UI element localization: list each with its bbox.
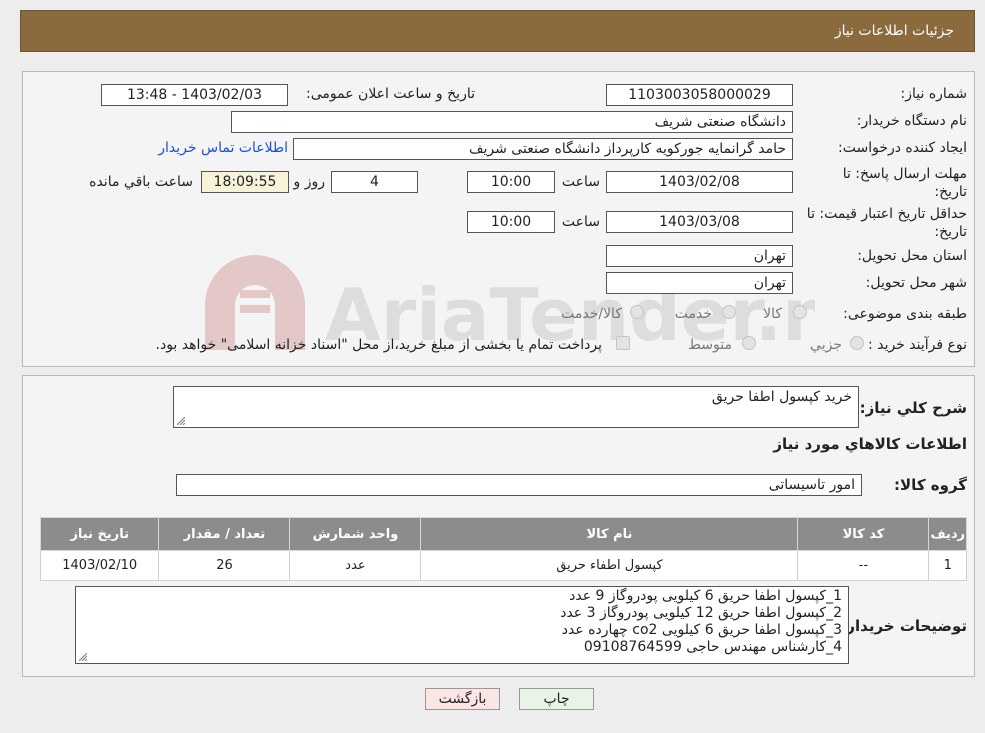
buyer-org-label: نام دستگاه خریدار: — [856, 113, 967, 129]
summary-text: خرید کپسول اطفا حریق — [711, 389, 852, 405]
goods-group-field: امور تاسیساتی — [176, 474, 862, 496]
validity-label-2: تاریخ: — [934, 224, 967, 240]
validity-label: حداقل تاریخ اعتبار قیمت: تا — [806, 206, 967, 222]
category-goods-label: کالا — [763, 306, 782, 322]
deadline-time-field: 10:00 — [467, 171, 555, 193]
buyer-note-line: 2_کپسول اطفا حریق 12 کیلویی پودروگاز 3 ع… — [560, 605, 842, 621]
summary-label: شرح کلي نياز: — [859, 399, 967, 417]
deadline-label-2: تاریخ: — [934, 184, 967, 200]
summary-textarea[interactable]: خرید کپسول اطفا حریق — [173, 386, 859, 428]
row-code: -- — [797, 550, 930, 581]
process-minor-radio[interactable] — [850, 336, 864, 350]
need-number-field: 1103003058000029 — [606, 84, 793, 106]
row-unit: عدد — [289, 550, 422, 581]
buyer-note-line: 3_کپسول اطفا حریق 6 کیلویی co2 چهارده عد… — [561, 622, 842, 638]
goods-info-title: اطلاعات کالاهاي مورد نياز — [773, 435, 967, 453]
goods-group-label: گروه کالا: — [894, 476, 967, 494]
category-service-label: خدمت — [674, 306, 712, 322]
deadline-label: مهلت ارسال پاسخ: تا — [842, 166, 967, 182]
print-button[interactable]: چاپ — [519, 688, 594, 710]
days-label: روز و — [293, 174, 326, 190]
validity-time-field: 10:00 — [467, 211, 555, 233]
process-label: نوع فرآیند خرید : — [868, 337, 967, 353]
process-minor-label: جزيي — [810, 337, 842, 353]
process-note: پرداخت تمام یا بخشی از مبلغ خرید،از محل … — [155, 337, 602, 353]
buyer-org-field: دانشگاه صنعتی شریف — [231, 111, 793, 133]
buyer-notes-textarea[interactable]: 1_کپسول اطفا حریق 6 کیلویی پودروگاز 9 عد… — [75, 586, 849, 664]
remaining-time-field: 18:09:55 — [201, 171, 289, 193]
need-number-label: شماره نیاز: — [900, 86, 968, 102]
row-name: کپسول اطفاء حریق — [420, 550, 799, 581]
table-row: 1 -- کپسول اطفاء حریق عدد 26 1403/02/10 — [39, 550, 967, 581]
page-title: جزئیات اطلاعات نیاز — [834, 23, 954, 39]
process-medium-radio[interactable] — [742, 336, 756, 350]
goods-table-header: رديف کد کالا نام کالا واحد شمارش تعداد /… — [39, 517, 967, 551]
category-goods-radio[interactable] — [793, 305, 807, 319]
buyer-note-line: 4_کارشناس مهندس حاجی 09108764599 — [583, 639, 842, 655]
announce-field: 1403/02/03 - 13:48 — [101, 84, 288, 106]
row-date: 1403/02/10 — [39, 550, 160, 581]
creator-label: ایجاد کننده درخواست: — [838, 140, 967, 156]
col-name-header: نام کالا — [420, 517, 799, 551]
row-quantity: 26 — [158, 550, 291, 581]
category-label: طبقه بندی موضوعی: — [843, 306, 967, 322]
category-goods-service-radio[interactable] — [630, 305, 644, 319]
creator-field: حامد گرانمایه جورکویه کارپرداز دانشگاه ص… — [293, 138, 793, 160]
row-number: 1 — [928, 550, 967, 581]
remaining-time-label: ساعت باقي مانده — [89, 174, 193, 190]
buyer-note-line: 1_کپسول اطفا حریق 6 کیلویی پودروگاز 9 عد… — [569, 588, 842, 604]
back-button[interactable]: بازگشت — [425, 688, 500, 710]
province-field: تهران — [606, 245, 793, 267]
days-remaining-field: 4 — [331, 171, 418, 193]
resize-grip-icon — [79, 653, 87, 661]
col-row-header: رديف — [928, 517, 967, 551]
deadline-time-label: ساعت — [561, 174, 600, 190]
resize-grip-icon — [177, 417, 185, 425]
announce-label: تاریخ و ساعت اعلان عمومی: — [306, 86, 475, 102]
goods-table: رديف کد کالا نام کالا واحد شمارش تعداد /… — [39, 517, 967, 581]
province-label: استان محل تحویل: — [857, 248, 967, 264]
col-date-header: تاریخ نیاز — [39, 517, 160, 551]
process-medium-label: متوسط — [688, 337, 732, 353]
buyer-contact-link[interactable]: اطلاعات تماس خریدار — [158, 140, 288, 156]
col-quantity-header: تعداد / مقدار — [158, 517, 291, 551]
category-goods-service-label: کالا/خدمت — [561, 306, 622, 322]
deadline-date-field: 1403/02/08 — [606, 171, 793, 193]
page-header: جزئیات اطلاعات نیاز — [20, 10, 975, 52]
col-unit-header: واحد شمارش — [289, 517, 422, 551]
validity-date-field: 1403/03/08 — [606, 211, 793, 233]
buyer-notes-label: توضیحات خریدار: — [840, 617, 967, 635]
validity-time-label: ساعت — [561, 214, 600, 230]
city-label: شهر محل تحویل: — [865, 275, 967, 291]
category-service-radio[interactable] — [722, 305, 736, 319]
city-field: تهران — [606, 272, 793, 294]
col-code-header: کد کالا — [797, 517, 930, 551]
process-treasury-checkbox[interactable] — [616, 336, 630, 350]
